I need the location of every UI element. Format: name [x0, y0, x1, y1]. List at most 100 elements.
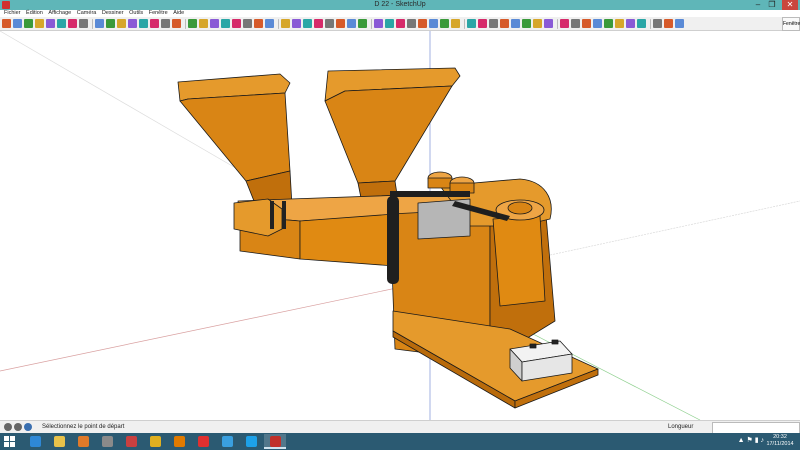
menu-file[interactable]: Fichier	[4, 10, 21, 16]
toolbar-tool-icon[interactable]	[615, 19, 624, 28]
toolbar-tool-icon[interactable]	[139, 19, 148, 28]
toolbar-tool-icon[interactable]	[489, 19, 498, 28]
toolbar-tool-icon[interactable]	[254, 19, 263, 28]
toolbar-separator	[278, 18, 279, 29]
system-tray-icons[interactable]: ▲ ⚑ ▮ ♪	[738, 436, 764, 444]
toolbar-tool-icon[interactable]	[2, 19, 11, 28]
toolbar-tool-icon[interactable]	[325, 19, 334, 28]
toolbar-tool-icon[interactable]	[232, 19, 241, 28]
toolbar-tool-icon[interactable]	[314, 19, 323, 28]
toolbar-tool-icon[interactable]	[385, 19, 394, 28]
chrome-icon[interactable]	[144, 434, 166, 449]
toolbar-tool-icon[interactable]	[46, 19, 55, 28]
snipping-icon[interactable]	[120, 434, 142, 449]
toolbar-tool-icon[interactable]	[522, 19, 531, 28]
toolbar-tool-icon[interactable]	[68, 19, 77, 28]
menu-draw[interactable]: Dessiner	[102, 10, 124, 16]
toolbar-tool-icon[interactable]	[57, 19, 66, 28]
toolbar-tool-icon[interactable]	[221, 19, 230, 28]
toolbar-tool-icon[interactable]	[626, 19, 635, 28]
explorer-icon[interactable]	[48, 434, 70, 449]
toolbar-tool-icon[interactable]	[161, 19, 170, 28]
toolbar-tool-icon[interactable]	[303, 19, 312, 28]
toolbar-tool-icon[interactable]	[418, 19, 427, 28]
toolbar-dropdown[interactable]: Fenêtre	[782, 17, 800, 31]
toolbar-tool-icon[interactable]	[500, 19, 509, 28]
menu-help[interactable]: Aide	[173, 10, 184, 16]
store-icon-glyph	[101, 436, 113, 447]
vlc-icon[interactable]	[168, 434, 190, 449]
taskbar-clock[interactable]: 20:32 17/11/2014	[764, 434, 796, 448]
toolbar-tool-icon[interactable]	[172, 19, 181, 28]
toolbar-tool-icon[interactable]	[95, 19, 104, 28]
store-icon[interactable]	[96, 434, 118, 449]
toolbar-tool-icon[interactable]	[13, 19, 22, 28]
toolbar-tool-icon[interactable]	[407, 19, 416, 28]
geo-location-icon[interactable]	[4, 423, 12, 431]
clock-time: 20:32	[773, 434, 787, 440]
close-button[interactable]: ✕	[782, 0, 798, 10]
toolbar-separator	[557, 18, 558, 29]
toolbar-separator	[185, 18, 186, 29]
paint-icon[interactable]	[216, 434, 238, 449]
toolbar-tool-icon[interactable]	[243, 19, 252, 28]
menu-view[interactable]: Affichage	[48, 10, 71, 16]
menu-window[interactable]: Fenêtre	[149, 10, 168, 16]
toolbar-tool-icon[interactable]	[35, 19, 44, 28]
menu-bar: Fichier Édition Affichage Caméra Dessine…	[0, 10, 800, 17]
toolbar-tool-icon[interactable]	[24, 19, 33, 28]
toolbar-tool-icon[interactable]	[79, 19, 88, 28]
sketchup-icon[interactable]	[264, 434, 286, 449]
toolbar-tool-icon[interactable]	[358, 19, 367, 28]
toolbar-tool-icon[interactable]	[117, 19, 126, 28]
toolbar-tool-icon[interactable]	[533, 19, 542, 28]
toolbar-tool-icon[interactable]	[199, 19, 208, 28]
toolbar-tool-icon[interactable]	[571, 19, 580, 28]
menu-tools[interactable]: Outils	[129, 10, 143, 16]
title-bar: D 22 - SketchUp – ❐ ✕	[0, 0, 800, 10]
toolbar-tool-icon[interactable]	[188, 19, 197, 28]
ie-icon[interactable]	[24, 434, 46, 449]
maximize-button[interactable]: ❐	[766, 0, 778, 10]
snipping-icon-glyph	[125, 436, 137, 447]
help-icon[interactable]	[24, 423, 32, 431]
start-button[interactable]	[4, 436, 15, 447]
toolbar-tool-icon[interactable]	[451, 19, 460, 28]
toolbar-tool-icon[interactable]	[637, 19, 646, 28]
credits-icon[interactable]	[14, 423, 22, 431]
toolbar-tool-icon[interactable]	[429, 19, 438, 28]
toolbar-tool-icon[interactable]	[478, 19, 487, 28]
toolbar-tool-icon[interactable]	[653, 19, 662, 28]
toolbar-tool-icon[interactable]	[582, 19, 591, 28]
toolbar-separator	[650, 18, 651, 29]
toolbar-tool-icon[interactable]	[544, 19, 553, 28]
toolbar-tool-icon[interactable]	[292, 19, 301, 28]
toolbar-tool-icon[interactable]	[604, 19, 613, 28]
toolbar-tool-icon[interactable]	[560, 19, 569, 28]
toolbar-tool-icon[interactable]	[467, 19, 476, 28]
toolbar-tool-icon[interactable]	[150, 19, 159, 28]
media-player-icon[interactable]	[72, 434, 94, 449]
toolbar-tool-icon[interactable]	[396, 19, 405, 28]
toolbar-tool-icon[interactable]	[106, 19, 115, 28]
youtube-icon[interactable]	[192, 434, 214, 449]
toolbar-tool-icon[interactable]	[440, 19, 449, 28]
toolbar-tool-icon[interactable]	[664, 19, 673, 28]
toolbar-tool-icon[interactable]	[128, 19, 137, 28]
toolbar-tool-icon[interactable]	[265, 19, 274, 28]
toolbar-tool-icon[interactable]	[281, 19, 290, 28]
minimize-button[interactable]: –	[752, 0, 764, 10]
toolbar-tool-icon[interactable]	[347, 19, 356, 28]
toolbar-tool-icon[interactable]	[511, 19, 520, 28]
menu-edit[interactable]: Édition	[26, 10, 43, 16]
vlc-icon-glyph	[173, 436, 185, 447]
toolbar-tool-icon[interactable]	[675, 19, 684, 28]
skype-icon[interactable]	[240, 434, 262, 449]
model-canvas	[0, 31, 800, 420]
menu-camera[interactable]: Caméra	[77, 10, 97, 16]
model-viewport[interactable]	[0, 31, 800, 420]
toolbar-tool-icon[interactable]	[374, 19, 383, 28]
toolbar-tool-icon[interactable]	[336, 19, 345, 28]
toolbar-tool-icon[interactable]	[210, 19, 219, 28]
toolbar-tool-icon[interactable]	[593, 19, 602, 28]
